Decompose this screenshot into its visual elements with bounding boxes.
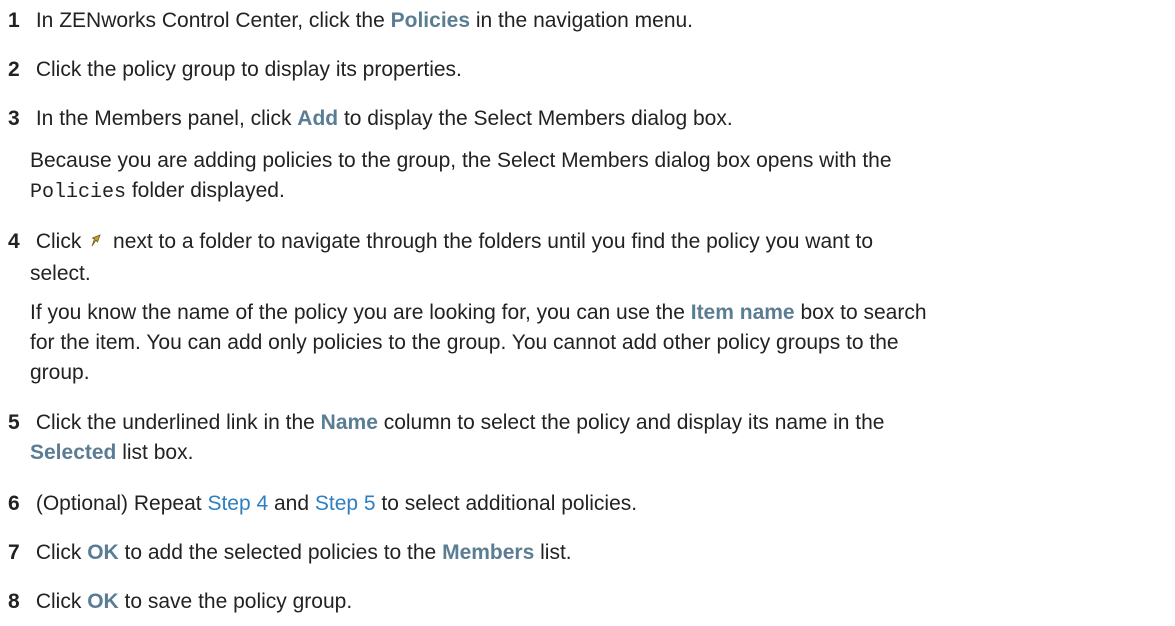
step-text: list box. <box>116 441 194 464</box>
note-line: Because you are adding policies to the g… <box>30 149 892 172</box>
step-text: Click <box>35 590 88 613</box>
step-4-note: If you know the name of the policy you a… <box>30 298 1170 388</box>
step-8: 8 Click OK to save the policy group. <box>8 587 1168 617</box>
step-number: 5 <box>8 411 20 434</box>
ok-ui-term: OK <box>87 541 119 564</box>
step-number: 3 <box>8 107 20 130</box>
step-2: 2 Click the policy group to display its … <box>8 55 1168 85</box>
step-text: Click the policy group to display its pr… <box>35 58 462 81</box>
policies-folder-code: Policies <box>30 181 127 204</box>
members-ui-term: Members <box>442 541 535 564</box>
step-text: Click <box>35 541 88 564</box>
step-5-link[interactable]: Step 5 <box>315 492 376 515</box>
step-text: column to select the policy and display … <box>377 411 885 434</box>
step-text: In ZENworks Control Center, click the <box>35 9 391 32</box>
note-line: group. <box>30 361 90 384</box>
step-number: 4 <box>8 230 20 254</box>
step-text: and <box>268 492 315 515</box>
name-ui-term: Name <box>320 411 378 434</box>
step-text: Click the underlined link in the <box>35 411 321 434</box>
step-text: next to a folder to navigate through the… <box>107 230 874 254</box>
navigate-arrow-icon <box>89 226 103 256</box>
add-ui-term: Add <box>297 107 339 130</box>
step-number: 2 <box>8 58 20 81</box>
step-text: in the navigation menu. <box>470 9 694 32</box>
policies-ui-term: Policies <box>390 9 471 32</box>
ok-ui-term: OK <box>87 590 119 613</box>
step-text-cont: select. <box>30 262 91 285</box>
item-name-ui-term: Item name <box>690 301 795 324</box>
step-text: to add the selected policies to the <box>118 541 443 564</box>
step-number: 1 <box>8 9 20 32</box>
step-4-link[interactable]: Step 4 <box>207 492 268 515</box>
step-6: 6 (Optional) Repeat Step 4 and Step 5 to… <box>8 489 1168 519</box>
step-text: to display the Select Members dialog box… <box>338 107 733 130</box>
step-number: 8 <box>8 590 20 613</box>
note-line: box to search <box>794 301 927 324</box>
step-4: 4 Click next to a folder to navigate thr… <box>8 226 1168 289</box>
note-line: for the item. You can add only policies … <box>30 331 899 354</box>
step-5: 5 Click the underlined link in the Name … <box>8 408 1168 468</box>
step-text: (Optional) Repeat <box>35 492 208 515</box>
step-number: 6 <box>8 492 20 515</box>
step-text: to save the policy group. <box>118 590 353 613</box>
step-1: 1 In ZENworks Control Center, click the … <box>8 6 1168 36</box>
step-3: 3 In the Members panel, click Add to dis… <box>8 104 1168 134</box>
step-text: Click <box>35 230 88 254</box>
selected-ui-term: Selected <box>30 441 117 464</box>
note-line: If you know the name of the policy you a… <box>30 301 691 324</box>
step-number: 7 <box>8 541 20 564</box>
note-line: folder displayed. <box>126 179 285 202</box>
step-7: 7 Click OK to add the selected policies … <box>8 538 1168 568</box>
procedure-document: 1 In ZENworks Control Center, click the … <box>0 0 1175 626</box>
step-text: In the Members panel, click <box>35 107 298 130</box>
step-text: to select additional policies. <box>375 492 638 515</box>
step-text: list. <box>534 541 572 564</box>
step-3-note: Because you are adding policies to the g… <box>30 146 1170 208</box>
